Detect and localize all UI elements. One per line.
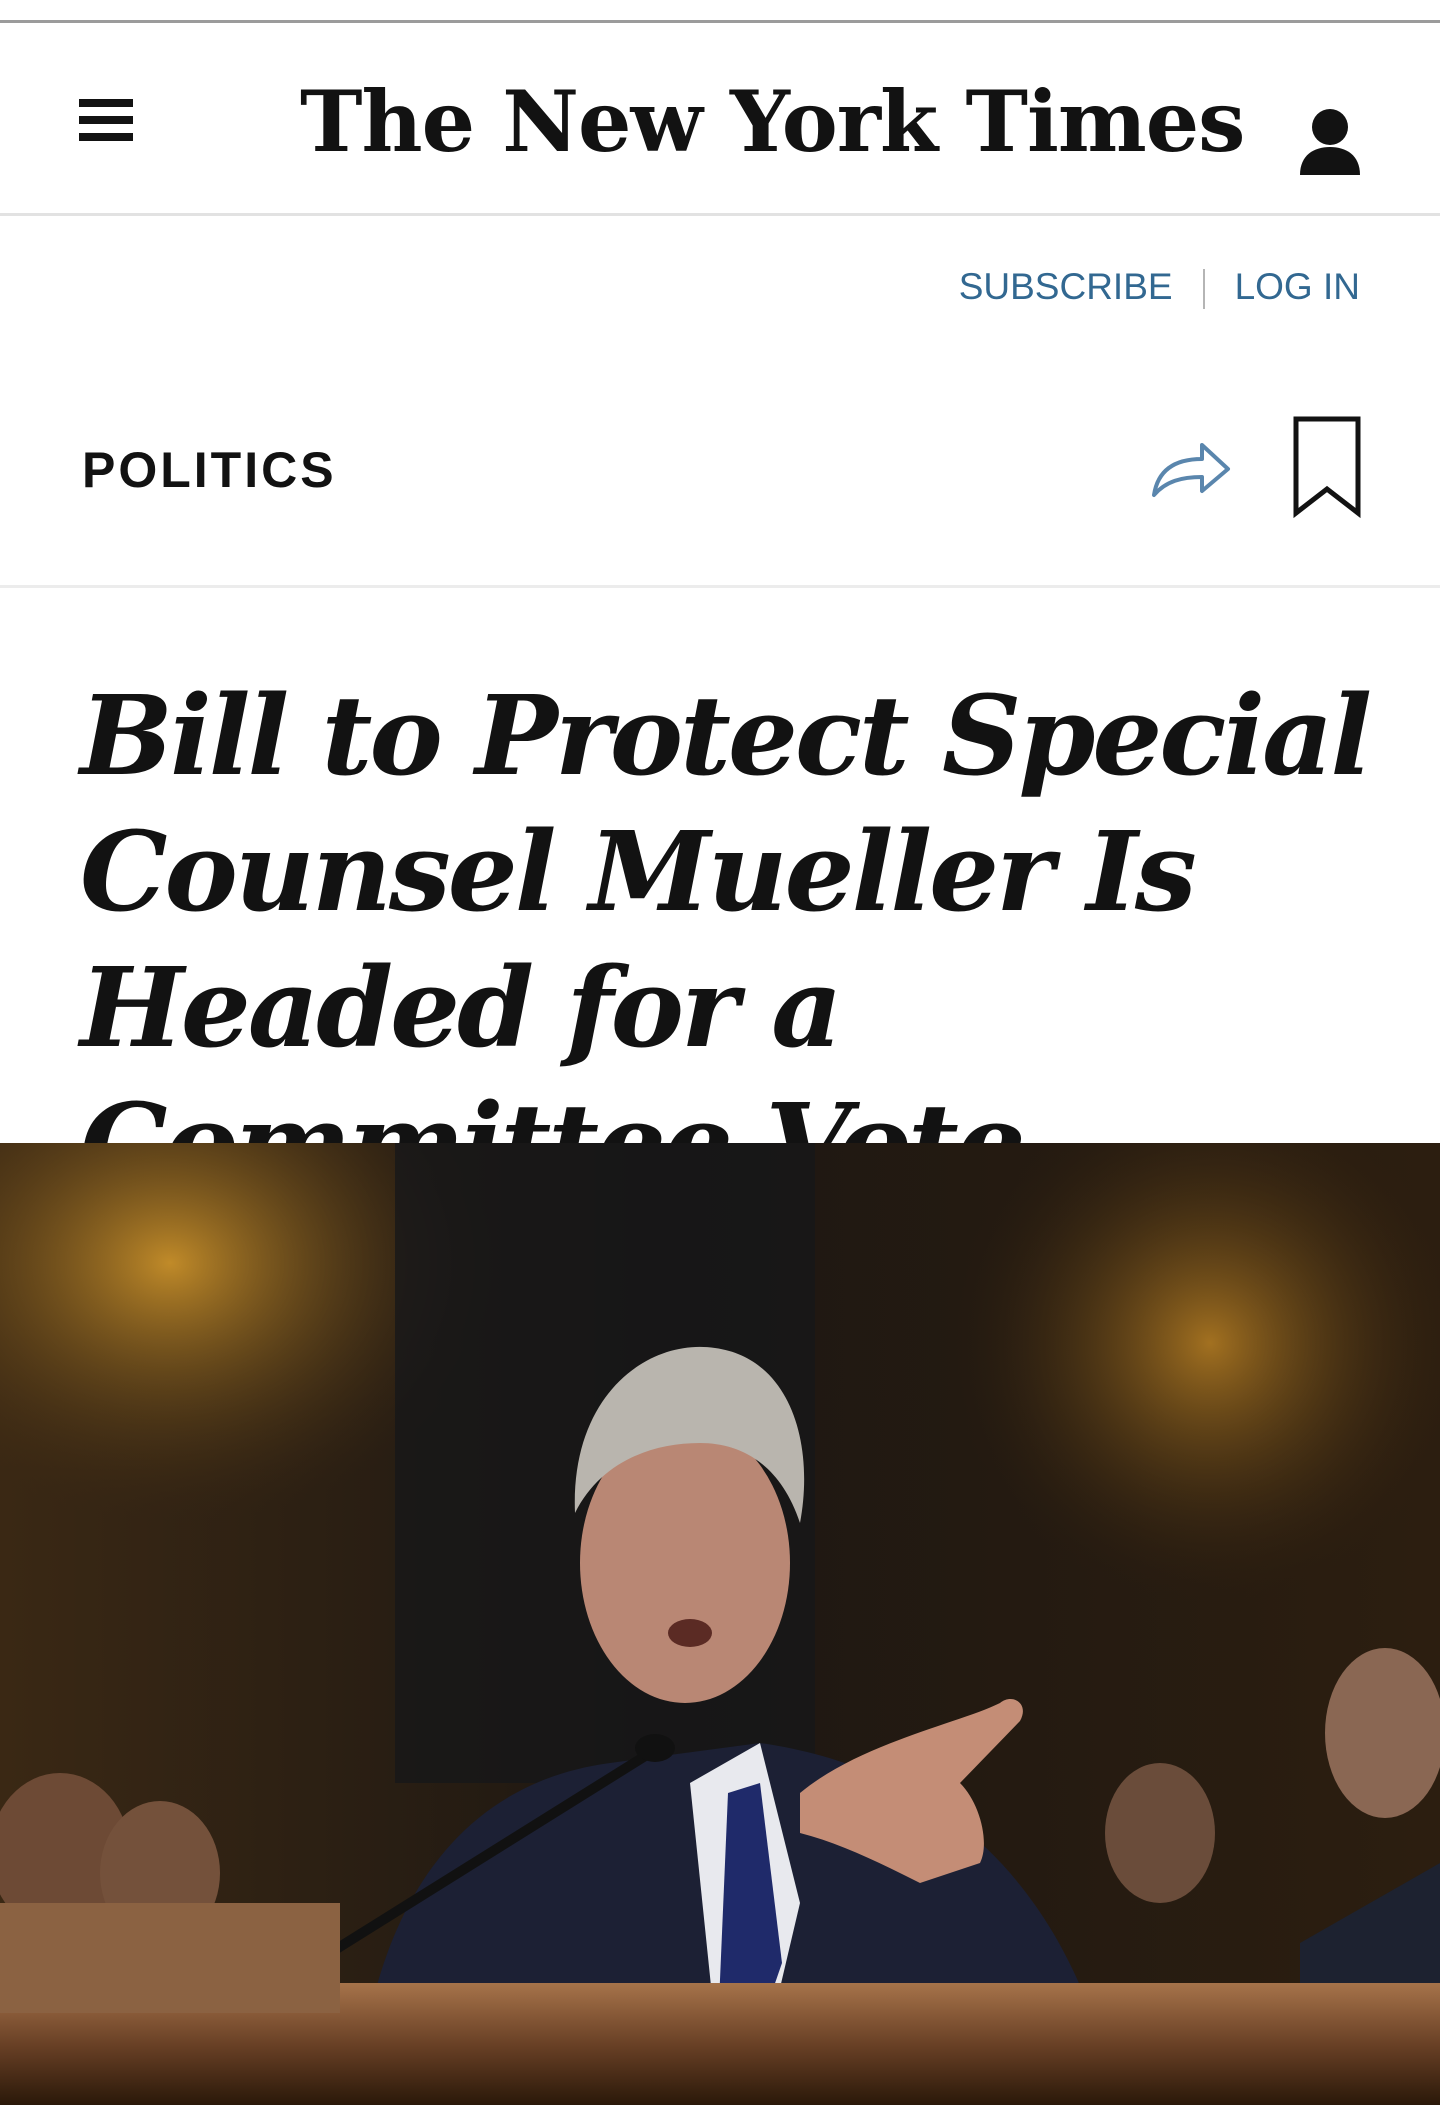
nyt-logo[interactable]: The New York Times — [300, 67, 1245, 177]
auth-bar: SUBSCRIBE LOG IN — [0, 252, 1360, 322]
login-link[interactable]: LOG IN — [1235, 266, 1360, 307]
hamburger-menu-icon — [79, 99, 133, 107]
bookmark-icon — [1293, 416, 1361, 519]
hero-image — [0, 1143, 1440, 2105]
section-label[interactable]: POLITICS — [82, 441, 337, 499]
menu-button[interactable] — [75, 95, 137, 145]
save-button[interactable] — [1292, 415, 1362, 520]
hearing-photo — [0, 1143, 1440, 2105]
share-button[interactable] — [1148, 435, 1234, 505]
hamburger-menu-icon-line — [79, 116, 133, 124]
masthead: The New York Times — [0, 23, 1440, 216]
article-headline: Bill to Protect Special Counsel Mueller … — [80, 671, 1372, 1208]
user-account-icon — [1300, 109, 1360, 175]
share-arrow-icon — [1152, 443, 1230, 497]
subscribe-link[interactable]: SUBSCRIBE — [959, 266, 1173, 307]
hamburger-menu-icon-line — [79, 133, 133, 141]
section-row: POLITICS — [0, 395, 1440, 588]
auth-separator — [1202, 269, 1205, 310]
account-button[interactable] — [1296, 107, 1364, 181]
